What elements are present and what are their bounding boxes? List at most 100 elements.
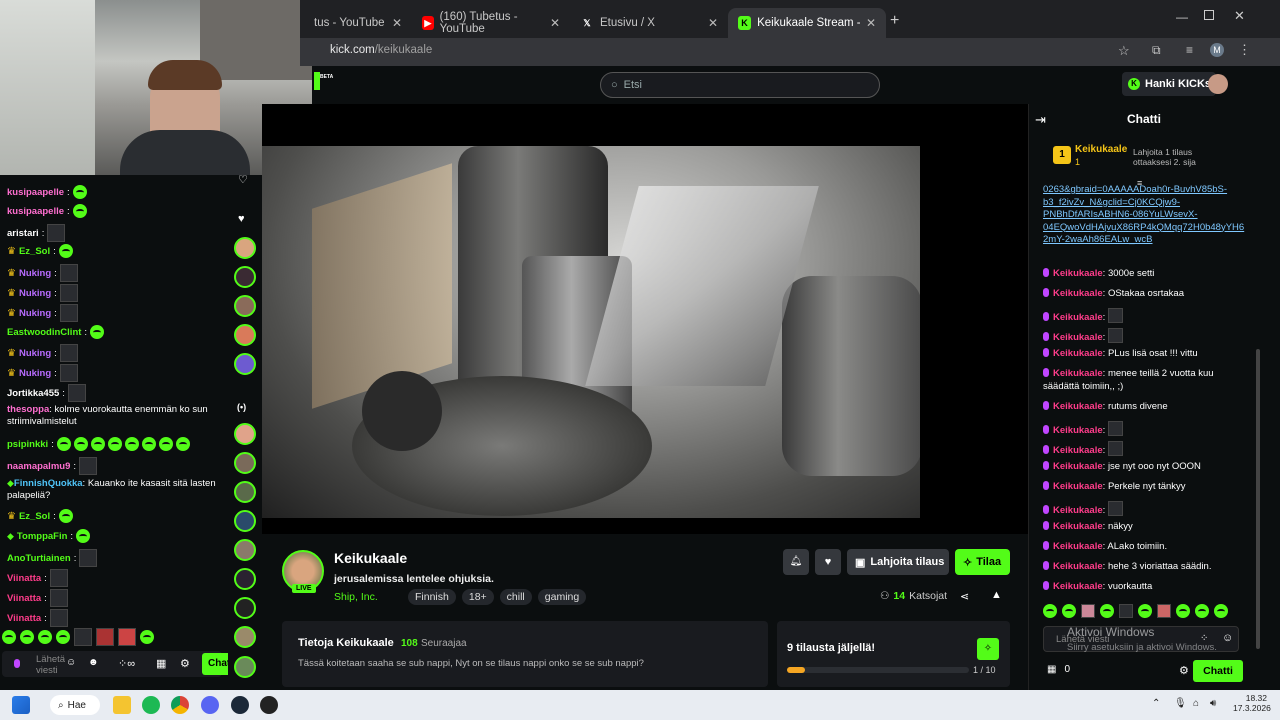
clock[interactable]: 18.32 17.3.2026 [1233,693,1271,713]
emote-icon[interactable] [1043,604,1057,618]
chat-username[interactable]: Keikukaale [1053,541,1103,552]
bookmark-star-icon[interactable]: ☆ [1118,43,1130,59]
chat-username[interactable]: Viinatta [7,573,41,584]
video-player[interactable] [262,104,1028,534]
chat-username[interactable]: Keikukaale [1053,312,1103,323]
chat-username[interactable]: Nuking [19,368,51,379]
chat-link-message[interactable]: 0263&gbraid=0AAAAADoah0r-BuvhV85bS-b3_f2… [1043,184,1244,247]
chat-username[interactable]: psipinkki [7,439,48,450]
emote-icon[interactable] [20,630,34,644]
tag[interactable]: chill [499,589,532,605]
volume-icon[interactable]: 🔊︎ [1210,698,1216,709]
get-kicks-button[interactable]: K Hanki KICKs [1122,72,1216,96]
chat-username[interactable]: Keikukaale [1053,268,1103,279]
minimize-button[interactable]: — [1176,10,1188,24]
emote-icon[interactable] [56,630,70,644]
gear-icon[interactable]: ⚙ [1179,664,1189,677]
discord-icon[interactable] [201,696,219,714]
network-icon[interactable]: ⌂ [1193,698,1199,709]
emote-icon[interactable] [1157,604,1171,618]
taskbar-search[interactable]: ⌕ Hae [50,695,100,715]
chat-username[interactable]: Keikukaale [1053,401,1103,412]
channel-name[interactable]: Keikukaale [334,550,407,566]
bell-icon[interactable]: 🔔︎ [783,549,809,575]
emoji-icon[interactable]: ☺ [1222,632,1233,644]
chat-username[interactable]: Keikukaale [1053,368,1103,379]
windows-start-icon[interactable] [12,696,30,714]
emote-icon[interactable] [1195,604,1209,618]
follow-heart-icon[interactable]: ♥ [815,549,841,575]
gear-icon[interactable]: ⚙ [180,657,190,670]
chat-username[interactable]: Keikukaale [1053,288,1103,299]
channel-avatar[interactable] [234,597,256,619]
channel-avatar[interactable] [234,353,256,375]
chat-username[interactable]: Keikukaale [1053,461,1103,472]
chat-link-line[interactable]: 0263&gbraid=0AAAAADoah0r-BuvhV85bS- [1043,184,1243,197]
chat-username[interactable]: TomppaFin [17,531,67,542]
emote-icon[interactable] [2,630,16,644]
close-icon[interactable]: ✕ [392,16,402,30]
chat-username[interactable]: Ez_Sol [19,511,50,522]
tray-chevron-icon[interactable]: ⌃ [1152,698,1160,709]
emote-icon[interactable] [1176,604,1190,618]
chat-username[interactable]: AnoTurtiainen [7,553,71,564]
tab-youtube-2[interactable]: ▶ (160) Tubetus - YouTube ✕ [412,8,570,38]
chat-username[interactable]: aristari [7,228,39,239]
url-text[interactable]: kick.com/keikukaale [330,44,432,56]
extensions-icon[interactable]: ⧉ [1152,43,1161,58]
chat-link-line[interactable]: PNBhDfARIsABHN6-086YuLWsevX- [1043,209,1243,222]
chat-username[interactable]: Keikukaale [1053,581,1103,592]
chat-username[interactable]: Nuking [19,288,51,299]
subscribe-button[interactable]: ✧ Tilaa [955,549,1010,575]
profile-avatar[interactable]: M [1210,43,1224,57]
scrollbar-thumb[interactable] [1256,349,1260,649]
gift-sub-button[interactable]: ▣ Lahjoita tilaus [847,549,949,575]
chat-username[interactable]: Keikukaale [1053,445,1103,456]
new-tab-button[interactable]: + [890,12,899,30]
emote-icon[interactable] [1214,604,1228,618]
channel-avatar[interactable] [234,481,256,503]
chat-username[interactable]: naamapalmu9 [7,461,70,472]
tab-kick[interactable]: K Keikukaale Stream - Watch Live ✕ [728,8,886,38]
channel-avatar[interactable] [234,626,256,648]
media-icon[interactable]: ≡ [1186,43,1193,57]
emote-icon[interactable] [1100,604,1114,618]
emote-icon[interactable] [1138,604,1152,618]
channel-avatar[interactable] [234,423,256,445]
chat-username[interactable]: EastwoodinClint [7,327,81,338]
emote-icon[interactable] [74,628,92,646]
chat-username[interactable]: Keikukaale [1053,348,1103,359]
emote-icon[interactable] [1062,604,1076,618]
chat-username[interactable]: kusipaapelle [7,206,64,217]
chat-username[interactable]: Viinatta [7,593,41,604]
chat-username[interactable]: Keikukaale [1053,521,1103,532]
emote-icon[interactable] [1081,604,1095,618]
address-bar[interactable]: kick.com/keikukaale ☆ ⧉ ≡ M ⋮ [300,38,1280,66]
spotify-icon[interactable] [142,696,160,714]
chat-username[interactable]: Keikukaale [1053,425,1103,436]
chat-username[interactable]: Nuking [19,348,51,359]
chat-username[interactable]: Nuking [19,268,51,279]
tab-x[interactable]: 𝕏 Etusivu / X ✕ [570,8,728,38]
chat-username[interactable]: FinnishQuokka [14,478,83,489]
channel-avatar[interactable] [234,324,256,346]
channel-avatar[interactable] [234,452,256,474]
chat-username[interactable]: Nuking [19,308,51,319]
collapse-chat-icon[interactable]: ⇥ [1035,112,1046,128]
tab-youtube-1[interactable]: tus - YouTube ✕ [304,8,412,38]
search-input[interactable]: ○ Etsi [600,72,880,98]
tag[interactable]: Finnish [408,589,456,605]
chrome-icon[interactable] [171,696,189,714]
close-icon[interactable]: ✕ [708,16,718,30]
leader-name[interactable]: Keikukaale [1075,144,1127,155]
emoji-icon[interactable]: ☺ [66,657,76,668]
chat-send-button[interactable]: Chatti [1193,660,1243,682]
channel-avatar[interactable] [234,295,256,317]
emote-icon[interactable] [1119,604,1133,618]
chat-username[interactable]: kusipaapelle [7,187,64,198]
chat-username[interactable]: Viinatta [7,613,41,624]
tag[interactable]: 18+ [461,589,494,605]
tag[interactable]: gaming [537,589,587,605]
sparkle-button[interactable]: ✧ [977,638,999,660]
steam-icon[interactable] [231,696,249,714]
